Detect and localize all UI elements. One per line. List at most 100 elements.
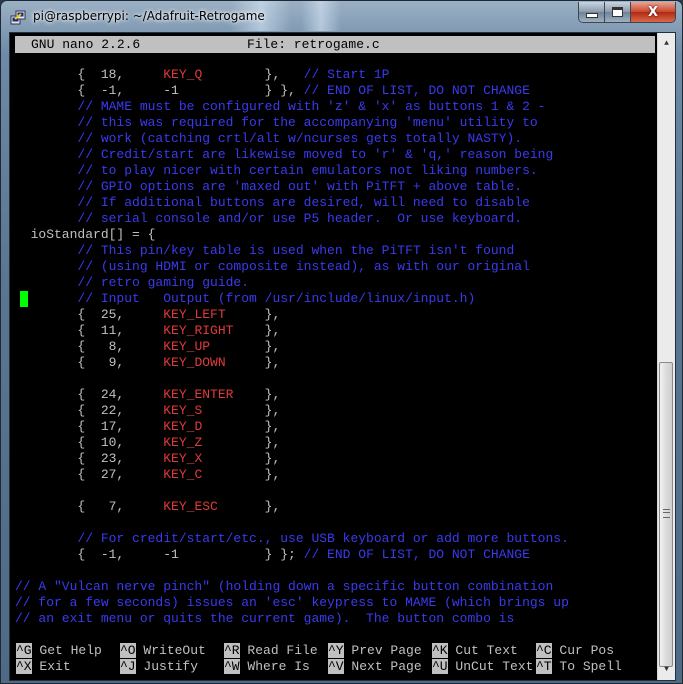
putty-icon[interactable] (10, 10, 26, 26)
code-comment: // for a few seconds) issues an 'esc' ke… (15, 595, 569, 610)
close-icon: X (647, 4, 659, 20)
scrollbar-thumb[interactable] (659, 362, 673, 667)
shortcut-key: ^O (120, 643, 136, 658)
code-comment: // For credit/start/etc., use USB keyboa… (15, 531, 569, 546)
scroll-down-button[interactable]: ▼ (658, 661, 675, 678)
shortcut-prev-page[interactable]: ^Y Prev Page (328, 643, 429, 659)
shortcut-key: ^U (432, 659, 448, 674)
code-line: // For credit/start/etc., use USB keyboa… (15, 531, 569, 547)
key-constant: KEY_DOWN (163, 355, 226, 370)
code-text: { 9, (15, 355, 164, 370)
code-line: // work (catching crtl/alt w/ncurses get… (15, 131, 522, 147)
code-text: { 24, (15, 387, 164, 402)
shortcut-next-page[interactable]: ^V Next Page (328, 659, 429, 675)
shortcut-cur-pos[interactable]: ^C Cur Pos (536, 643, 614, 659)
shortcut-get-help[interactable]: ^G Get Help (16, 643, 117, 659)
shortcut-label: Cur Pos (551, 643, 615, 658)
code-text: { 7, (15, 499, 164, 514)
code-text: { 25, (15, 307, 164, 322)
code-line: { -1, -1 } }; // END OF LIST, DO NOT CHA… (15, 547, 530, 563)
minimize-icon (585, 12, 598, 18)
grip-icon (663, 509, 670, 518)
code-line: { 24, KEY_ENTER }, (15, 387, 280, 403)
code-line: // retro gaming guide. (15, 275, 249, 291)
code-text: }, (225, 307, 281, 322)
code-line: { 17, KEY_D }, (15, 419, 280, 435)
code-text: }, (217, 499, 281, 514)
code-line: // (using HDMI or composite instead), as… (15, 259, 530, 275)
terminal-window: pi@raspberrypi: ~/Adafruit-Retrogame X G… (0, 0, 683, 684)
shortcut-where-is[interactable]: ^W Where Is (224, 659, 325, 675)
code-line: { 10, KEY_Z }, (15, 435, 280, 451)
shortcut-label: To Spell (551, 659, 622, 674)
shortcut-exit[interactable]: ^X Exit (16, 659, 117, 675)
shortcut-key: ^X (16, 659, 32, 674)
shortcut-justify[interactable]: ^J Justify (120, 659, 221, 675)
close-button[interactable]: X (631, 2, 675, 22)
shortcut-key: ^T (536, 659, 552, 674)
code-text: { 11, (15, 323, 164, 338)
shortcut-to-spell[interactable]: ^T To Spell (536, 659, 622, 675)
shortcut-key: ^W (224, 659, 240, 674)
code-comment: // retro gaming guide. (15, 275, 250, 290)
code-line: { 23, KEY_X }, (15, 451, 280, 467)
code-line: // If additional buttons are desired, wi… (15, 195, 530, 211)
code-text: }, (202, 451, 281, 466)
code-text: { -1, -1 } }; (15, 547, 304, 562)
shortcut-read-file[interactable]: ^R Read File (224, 643, 325, 659)
key-constant: KEY_UP (163, 339, 211, 354)
key-constant: KEY_D (163, 419, 203, 434)
code-text: { 18, (15, 67, 164, 82)
code-line: // Credit/start are likewise moved to 'r… (15, 147, 553, 163)
code-comment: // Input Output (from /usr/include/linux… (15, 291, 476, 306)
shortcut-label: Justify (135, 659, 222, 674)
code-line: { 8, KEY_UP }, (15, 339, 280, 355)
shortcut-label: Next Page (343, 659, 430, 674)
code-comment: // This pin/key table is used when the P… (15, 243, 515, 258)
terminal-client-area[interactable]: GNU nano 2.2.6 File: retrogame.c { 18, KE… (9, 32, 676, 681)
code-comment: // this was required for the accompanyin… (15, 115, 538, 130)
shortcut-cut-text[interactable]: ^K Cut Text (432, 643, 533, 659)
minimize-button[interactable] (579, 2, 605, 22)
code-text: { 23, (15, 451, 164, 466)
code-line: // for a few seconds) issues an 'esc' ke… (15, 595, 569, 611)
shortcut-key: ^J (120, 659, 136, 674)
shortcut-label: Exit (31, 659, 118, 674)
code-line: { 18, KEY_Q }, // Start 1P (15, 67, 389, 83)
code-comment: // to play nicer with certain emulators … (15, 163, 538, 178)
code-line: ioStandard[] = { (15, 227, 156, 243)
key-constant: KEY_Q (163, 67, 203, 82)
code-line: { 11, KEY_RIGHT }, (15, 323, 280, 339)
nano-editor[interactable]: GNU nano 2.2.6 File: retrogame.c { 18, KE… (15, 33, 655, 680)
code-line: // an exit menu or quits the current gam… (15, 611, 514, 627)
title-bar[interactable]: pi@raspberrypi: ~/Adafruit-Retrogame X (1, 1, 682, 33)
code-comment: // END OF LIST, DO NOT CHANGE (303, 547, 530, 562)
shortcut-label: Cut Text (447, 643, 534, 658)
code-text: }, (202, 467, 281, 482)
shortcut-label: WriteOut (135, 643, 222, 658)
window-controls: X (578, 2, 676, 23)
code-comment: // serial console and/or use P5 header. … (15, 211, 523, 226)
code-comment: // If additional buttons are desired, wi… (15, 195, 530, 210)
window-title: pi@raspberrypi: ~/Adafruit-Retrogame (33, 9, 265, 23)
code-line: { 27, KEY_C }, (15, 467, 280, 483)
code-text: }, (202, 435, 281, 450)
shortcut-row: ^X Exit ^J Justify ^W Where Is ^V Next P… (15, 659, 655, 675)
shortcut-writeout[interactable]: ^O WriteOut (120, 643, 221, 659)
maximize-button[interactable] (605, 2, 631, 22)
shortcut-key: ^K (432, 643, 448, 658)
code-comment: // (using HDMI or composite instead), as… (15, 259, 530, 274)
shortcut-label: Read File (239, 643, 326, 658)
scroll-up-button[interactable]: ▲ (658, 35, 675, 52)
code-comment: // an exit menu or quits the current gam… (15, 611, 515, 626)
shortcut-key: ^V (328, 659, 344, 674)
shortcut-uncut-text[interactable]: ^U UnCut Text (432, 659, 533, 675)
shortcut-key: ^G (16, 643, 32, 658)
code-comment: // GPIO options are 'maxed out' with PiT… (15, 179, 523, 194)
shortcut-row: ^G Get Help ^O WriteOut ^R Read File ^Y … (15, 643, 655, 659)
nano-filename: File: retrogame.c (247, 37, 380, 52)
shortcut-label: Where Is (239, 659, 326, 674)
code-text: { 17, (15, 419, 164, 434)
key-constant: KEY_Z (163, 435, 203, 450)
vertical-scrollbar[interactable]: ▲ ▼ (657, 33, 675, 680)
